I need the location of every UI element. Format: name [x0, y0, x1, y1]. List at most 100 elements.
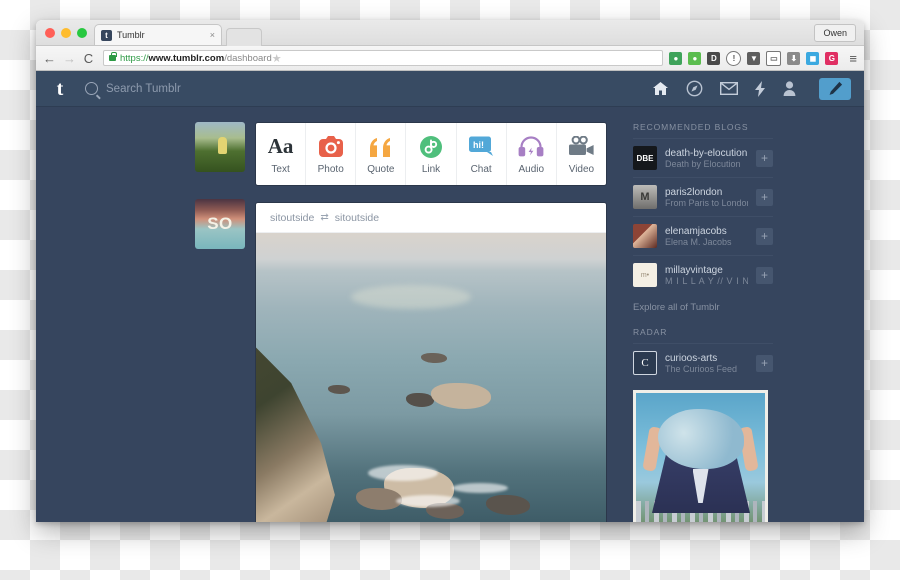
follow-button[interactable]: +	[756, 354, 773, 372]
radar-post-image-cloud-man[interactable]	[633, 390, 768, 522]
post-type-photo[interactable]: Photo	[306, 123, 357, 185]
reload-icon[interactable]: C	[83, 51, 94, 66]
blog-avatar[interactable]: DBE	[633, 146, 657, 170]
thumbs-up-extension-icon[interactable]: ●	[688, 51, 702, 65]
rock	[406, 393, 434, 407]
chat-bubble-icon: hi!	[468, 134, 494, 160]
url-text: https://www.tumblr.com/dashboard	[120, 53, 272, 64]
rock	[421, 353, 447, 363]
explore-compass-icon[interactable]	[686, 80, 703, 97]
account-person-icon[interactable]	[783, 81, 796, 96]
blog-meta: millayvintage M I L L A Y // V I N T	[665, 265, 748, 286]
compose-post-button[interactable]	[819, 77, 851, 100]
close-window-button[interactable]	[45, 28, 55, 38]
forward-icon: →	[63, 50, 76, 66]
post-source-name[interactable]: sitoutside	[335, 212, 379, 224]
blog-avatar[interactable]	[633, 224, 657, 248]
rock	[328, 385, 350, 394]
quote-icon	[368, 134, 394, 160]
post-type-label: Audio	[518, 163, 545, 175]
save-extension-icon[interactable]: ⬇	[787, 51, 801, 65]
tumblr-favicon: t	[101, 29, 112, 41]
google-extension-icon[interactable]: G	[825, 51, 839, 65]
sea-foam	[396, 495, 460, 507]
post-photo-ocean-cliff[interactable]	[256, 233, 606, 522]
post-type-label: Chat	[470, 163, 492, 175]
back-icon[interactable]: ←	[43, 51, 56, 66]
browser-window: t Tumblr × Owen ← → C https://www.tumblr…	[36, 20, 864, 522]
maximize-window-button[interactable]	[77, 28, 87, 38]
tab-title: Tumblr	[117, 30, 145, 40]
close-tab-icon[interactable]: ×	[210, 30, 215, 40]
blog-description: Death by Elocution	[665, 158, 741, 169]
info-extension-icon[interactable]: !	[726, 50, 742, 66]
browser-tab-tumblr[interactable]: t Tumblr ×	[94, 24, 222, 45]
blog-avatar[interactable]: M	[633, 185, 657, 209]
post-type-audio[interactable]: Audio	[507, 123, 557, 185]
follow-button[interactable]: +	[756, 266, 773, 284]
recommended-blogs-heading: RECOMMENDED BLOGS	[633, 122, 749, 132]
post-type-chat[interactable]: hi! Chat	[457, 123, 507, 185]
avatar-label: SO	[207, 214, 233, 233]
camera-extension-icon[interactable]: ◼	[806, 51, 820, 65]
search-box[interactable]: Search Tumblr	[85, 82, 181, 95]
post-blog-name[interactable]: sitoutside	[270, 212, 314, 224]
blog-name[interactable]: paris2london	[665, 187, 748, 198]
window-extension-icon[interactable]: ▭	[766, 50, 782, 66]
browser-menu-icon[interactable]: ≡	[849, 51, 857, 66]
feed-post: sitoutside ⇄ sitoutside	[255, 202, 607, 522]
home-icon[interactable]	[652, 81, 669, 96]
sea-foam	[452, 483, 508, 493]
follow-button[interactable]: +	[756, 188, 773, 206]
text-icon: Aa	[267, 134, 294, 158]
url-path: /dashboard	[224, 52, 272, 64]
minimize-window-button[interactable]	[61, 28, 71, 38]
hangouts-extension-icon[interactable]: ●	[669, 51, 683, 65]
recommended-blog-row[interactable]: m• millayvintage M I L L A Y // V I N T …	[633, 255, 773, 294]
blog-meta: paris2london From Paris to London	[665, 187, 748, 208]
follow-button[interactable]: +	[756, 149, 773, 167]
profile-button[interactable]: Owen	[814, 24, 856, 42]
radar-blog-row[interactable]: C curioos-arts The Curioos Feed +	[633, 343, 773, 382]
post-type-link[interactable]: Link	[406, 123, 457, 185]
avatar-field-photo[interactable]	[195, 122, 245, 172]
extension-bar: ● ● D ! ▼ ▭ ⬇ ◼ G ≡	[669, 50, 857, 66]
url-scheme: https://	[120, 52, 149, 64]
post-type-label: Video	[568, 163, 595, 175]
blog-description: Elena M. Jacobs	[665, 236, 732, 247]
blog-description: The Curioos Feed	[665, 363, 738, 374]
blog-name[interactable]: curioos-arts	[665, 353, 748, 364]
post-type-label: Link	[421, 163, 441, 175]
post-type-video[interactable]: Video	[557, 123, 606, 185]
bookmark-star-icon[interactable]: ★	[272, 52, 282, 65]
blog-avatar[interactable]: C	[633, 351, 657, 375]
browser-titlebar: t Tumblr × Owen	[36, 20, 864, 46]
tumblr-logo-icon[interactable]: t	[49, 78, 71, 100]
topnav-icons	[652, 77, 851, 100]
blog-name[interactable]: millayvintage	[665, 265, 748, 276]
search-input[interactable]: Search Tumblr	[106, 83, 181, 95]
blog-meta: curioos-arts The Curioos Feed	[665, 353, 748, 374]
avatar-sunset-so[interactable]: SO	[195, 199, 245, 249]
shield-extension-icon[interactable]: ▼	[747, 51, 761, 65]
rock	[431, 383, 491, 409]
window-controls[interactable]	[45, 28, 87, 38]
dashboard-feed: SO Aa Text Photo Quote Link hi! Chat Aud…	[36, 107, 864, 522]
address-bar[interactable]: https://www.tumblr.com/dashboard ★	[103, 50, 664, 66]
post-type-label: Text	[271, 163, 290, 175]
post-type-quote[interactable]: Quote	[356, 123, 407, 185]
downloads-extension-icon[interactable]: D	[707, 51, 721, 65]
recommended-blog-row[interactable]: elenamjacobs Elena M. Jacobs +	[633, 216, 773, 255]
new-tab-button[interactable]	[226, 28, 262, 46]
explore-all-link[interactable]: Explore all of Tumblr	[633, 294, 773, 327]
recommended-blog-row[interactable]: DBE death-by-elocution Death by Elocutio…	[633, 138, 773, 177]
post-type-text[interactable]: Aa Text	[256, 123, 307, 185]
activity-lightning-icon[interactable]	[755, 80, 766, 97]
follow-button[interactable]: +	[756, 227, 773, 245]
browser-toolbar: ← → C https://www.tumblr.com/dashboard ★…	[36, 46, 864, 71]
recommended-blog-row[interactable]: M paris2london From Paris to London +	[633, 177, 773, 216]
messages-envelope-icon[interactable]	[720, 82, 738, 95]
blog-avatar[interactable]: m•	[633, 263, 657, 287]
blog-name[interactable]: elenamjacobs	[665, 226, 748, 237]
blog-name[interactable]: death-by-elocution	[665, 148, 748, 159]
